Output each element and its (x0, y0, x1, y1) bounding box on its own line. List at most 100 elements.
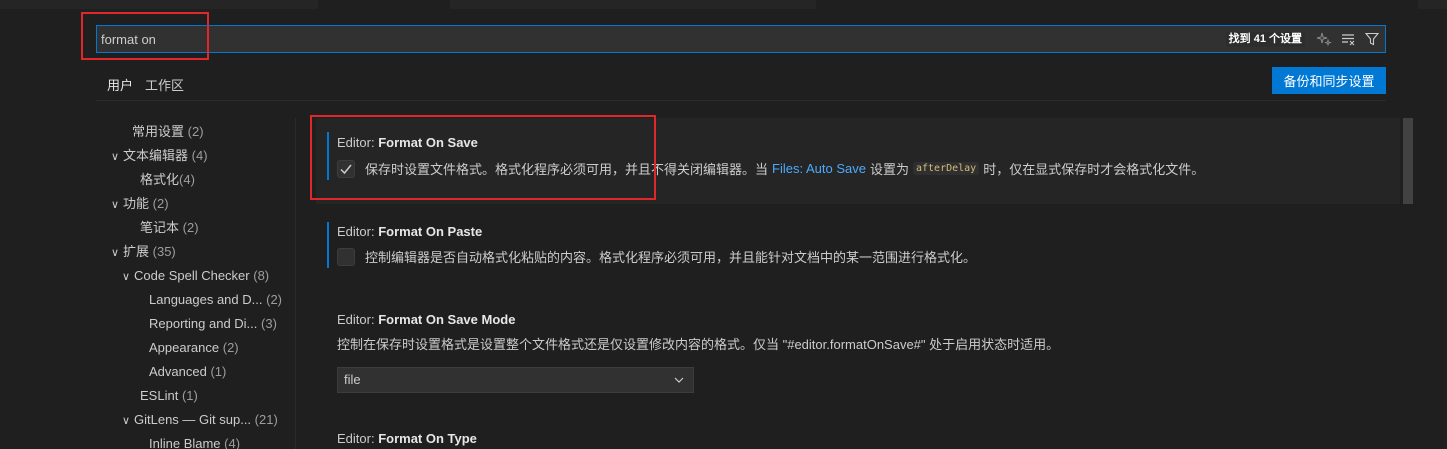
toc-count: (1) (181, 388, 198, 403)
desc-text: 控制编辑器是否自动格式化粘贴的内容。格式化程序必须可用，并且能针对文档中的某一范… (365, 250, 977, 265)
setting-category: Editor: (337, 312, 379, 327)
setting-description: 控制编辑器是否自动格式化粘贴的内容。格式化程序必须可用，并且能针对文档中的某一范… (337, 247, 976, 266)
chevron-down-icon: ∨ (111, 151, 120, 163)
toc-label: Advanced (149, 364, 207, 379)
setting-description: 保存时设置文件格式。格式化程序必须可用，并且不得关闭编辑器。当 Files: A… (337, 159, 1204, 178)
setting-format-on-type: Editor: Format On Type (316, 418, 1400, 449)
filter-icon[interactable] (1363, 30, 1381, 48)
desc-text: 设置为 (869, 162, 909, 177)
tab-workspace[interactable]: 工作区 (145, 75, 184, 101)
desc-text: 控制在保存时设置格式是设置整个文件格式还是仅设置修改内容的格式。仅当 "#edi… (337, 337, 1060, 352)
modified-indicator (327, 222, 329, 268)
toc-item-extensions[interactable]: ∨ 扩展 (35) (108, 240, 298, 264)
toc-item-eslint[interactable]: ESLint (1) (108, 384, 298, 408)
toc-count: (4) (224, 436, 241, 449)
settings-search-box: 找到 41 个设置 (96, 25, 1386, 53)
setting-format-on-save: Editor: Format On Save 保存时设置文件格式。格式化程序必须… (316, 118, 1400, 204)
chevron-down-icon: ∨ (122, 415, 131, 427)
toc-count: (3) (261, 316, 277, 331)
scope-tabs: 用户 工作区 (107, 75, 184, 101)
toc-item-reporting[interactable]: Reporting and Di... (3) (108, 312, 298, 336)
toc-label: ESLint (140, 388, 179, 403)
check-icon (340, 164, 352, 174)
setting-title: Editor: Format On Type (337, 431, 477, 446)
files-auto-save-link[interactable]: Files: Auto Save (772, 161, 866, 176)
toc-label: Languages and D... (149, 292, 263, 307)
clear-filter-icon[interactable] (1339, 30, 1357, 48)
desc-text: 时，仅在显式保存时才会格式化文件。 (983, 162, 1205, 177)
format-on-save-checkbox[interactable] (337, 159, 355, 178)
setting-format-on-paste: Editor: Format On Paste 控制编辑器是否自动格式化粘贴的内… (316, 204, 1400, 294)
toc-count: (2) (222, 340, 239, 355)
toc-label: GitLens — Git sup... (134, 412, 252, 427)
setting-category: Editor: (337, 431, 379, 446)
select-value: file (344, 372, 361, 387)
setting-title: Editor: Format On Save Mode (337, 312, 515, 327)
toc-item-features[interactable]: ∨ 功能 (2) (108, 192, 298, 216)
toc-label: Inline Blame (149, 436, 221, 449)
code-after-delay: afterDelay (912, 162, 980, 175)
setting-name: Format On Save Mode (378, 312, 516, 327)
chevron-down-icon: ∨ (111, 247, 120, 259)
toc-item-advanced[interactable]: Advanced (1) (108, 360, 298, 384)
toc-count: (2) (182, 220, 199, 235)
search-actions (1315, 30, 1381, 48)
setting-description: 控制在保存时设置格式是设置整个文件格式还是仅设置修改内容的格式。仅当 "#edi… (337, 334, 1059, 353)
toc-label: 文本编辑器 (123, 148, 189, 163)
toc-item-gitlens[interactable]: ∨ GitLens — Git sup... (21) (108, 408, 298, 432)
editor-tab-strip (0, 0, 1447, 9)
backup-sync-button[interactable]: 备份和同步设置 (1272, 67, 1386, 94)
settings-toc: 常用设置 (2) ∨ 文本编辑器 (4) 格式化(4) ∨ 功能 (2) 笔记本 (… (108, 120, 298, 449)
setting-name: Format On Save (378, 135, 478, 150)
toc-item-formatting[interactable]: 格式化(4) (108, 168, 298, 192)
divider (96, 100, 1386, 101)
toc-count: (2) (266, 292, 282, 307)
toc-item-languages[interactable]: Languages and D... (2) (108, 288, 298, 312)
toc-count: (21) (254, 412, 278, 427)
format-on-paste-checkbox[interactable] (337, 247, 355, 266)
toc-item-text-editor[interactable]: ∨ 文本编辑器 (4) (108, 144, 298, 168)
chevron-down-icon: ∨ (122, 271, 131, 283)
toc-label: Code Spell Checker (134, 268, 250, 283)
toc-label: 扩展 (123, 244, 150, 259)
toc-item-appearance[interactable]: Appearance (2) (108, 336, 298, 360)
setting-title: Editor: Format On Paste (337, 224, 482, 239)
editor-tab[interactable] (1418, 0, 1447, 9)
chevron-down-icon: ∨ (111, 199, 120, 211)
toc-count: (2) (152, 196, 169, 211)
tab-user[interactable]: 用户 (107, 75, 134, 101)
toc-item-inline-blame[interactable]: Inline Blame (4) (108, 432, 298, 449)
toc-sash[interactable] (295, 118, 296, 449)
format-on-save-mode-select[interactable]: file (337, 367, 694, 393)
toc-count: (8) (253, 268, 270, 283)
search-result-count: 找到 41 个设置 (1225, 32, 1305, 47)
toc-count: (35) (152, 244, 176, 259)
setting-title: Editor: Format On Save (337, 135, 478, 150)
toc-item-notebook[interactable]: 笔记本 (2) (108, 216, 298, 240)
setting-category: Editor: (337, 135, 379, 150)
toc-label: 笔记本 (140, 220, 180, 235)
desc-text: 保存时设置文件格式。格式化程序必须可用，并且不得关闭编辑器。当 (365, 162, 769, 177)
toc-count: (2) (187, 124, 204, 139)
setting-name: Format On Type (378, 431, 477, 446)
toc-label: 常用设置 (132, 124, 185, 139)
modified-indicator (327, 132, 329, 180)
toc-count: (1) (210, 364, 227, 379)
chevron-down-icon (673, 368, 685, 400)
editor-tab[interactable] (450, 0, 816, 9)
toc-item-code-spell-checker[interactable]: ∨ Code Spell Checker (8) (108, 264, 298, 288)
toc-count: (4) (179, 172, 195, 187)
setting-format-on-save-mode: Editor: Format On Save Mode 控制在保存时设置格式是设… (316, 294, 1400, 404)
setting-name: Format On Paste (378, 224, 483, 239)
toc-label: Appearance (149, 340, 220, 355)
editor-tab[interactable] (0, 0, 318, 9)
scrollbar-thumb[interactable] (1403, 118, 1413, 204)
toc-label: 格式化 (140, 172, 180, 187)
toc-item-common[interactable]: 常用设置 (2) (108, 120, 298, 144)
settings-search-input[interactable] (101, 26, 1001, 52)
toc-label: Reporting and Di... (149, 316, 258, 331)
setting-category: Editor: (337, 224, 379, 239)
toc-label: 功能 (123, 196, 150, 211)
toc-count: (4) (191, 148, 208, 163)
sparkle-icon[interactable] (1315, 30, 1333, 48)
